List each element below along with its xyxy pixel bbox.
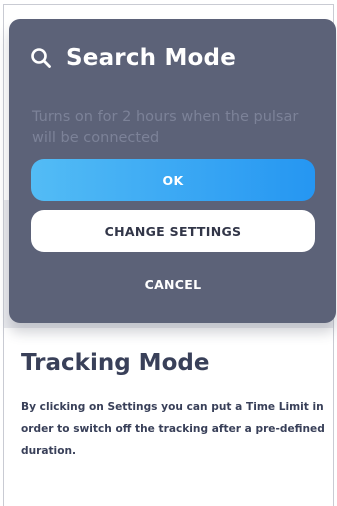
cancel-button-label: CANCEL <box>144 276 202 292</box>
dialog-description: Turns on for 2 hours when the pulsar wil… <box>32 109 299 146</box>
dialog-header: Search Mode <box>30 45 236 71</box>
dialog-title: Search Mode <box>66 45 236 71</box>
ok-button[interactable]: OK <box>31 159 315 201</box>
search-mode-dialog: Search Mode Turns on for 2 hours when th… <box>9 19 336 323</box>
change-settings-button-label: CHANGE SETTINGS <box>104 223 242 239</box>
ok-button-label: OK <box>162 172 184 188</box>
page-description: By clicking on Settings you can put a Ti… <box>21 401 325 457</box>
cancel-button[interactable]: CANCEL <box>31 273 315 295</box>
change-settings-button[interactable]: CHANGE SETTINGS <box>31 210 315 252</box>
search-icon <box>30 47 52 69</box>
page-title: Tracking Mode <box>21 350 210 376</box>
